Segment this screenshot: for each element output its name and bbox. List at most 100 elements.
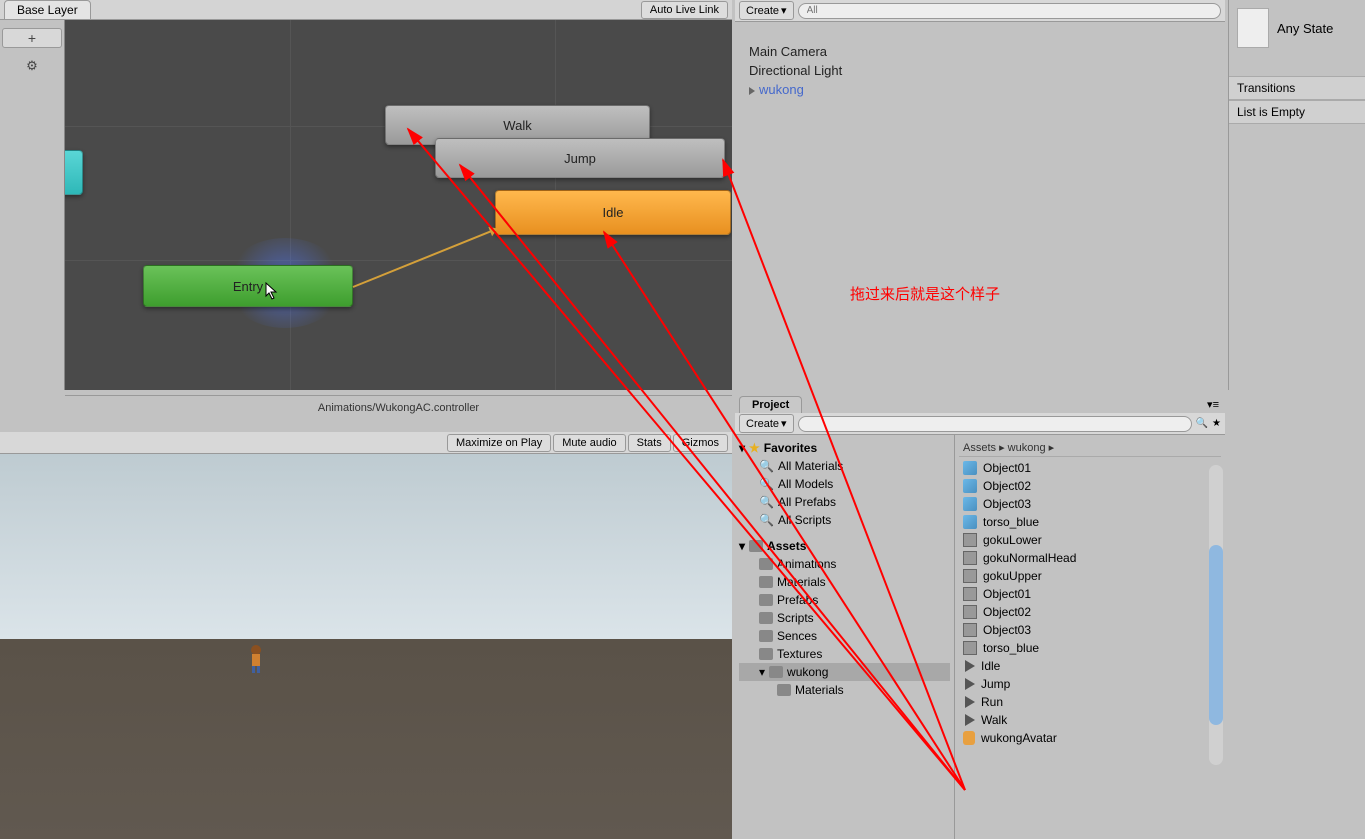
asset-item[interactable]: Object01 (959, 585, 1221, 603)
hierarchy-item[interactable]: Directional Light (745, 61, 1215, 80)
state-node-idle[interactable]: Idle (495, 190, 731, 235)
hierarchy-item[interactable]: wukong (745, 80, 1215, 99)
character-sprite (244, 644, 268, 674)
cursor-icon (265, 282, 281, 302)
add-layer-button[interactable]: + (2, 28, 62, 48)
hierarchy-search-input[interactable] (798, 3, 1221, 19)
folder-item[interactable]: Animations (739, 555, 950, 573)
project-search-input[interactable] (798, 416, 1192, 432)
stats-button[interactable]: Stats (628, 434, 671, 452)
partial-node[interactable] (65, 150, 83, 195)
folder-item[interactable]: Materials (739, 573, 950, 591)
save-search-icon[interactable]: ★ (1212, 418, 1221, 429)
asset-item[interactable]: Run (959, 693, 1221, 711)
inspector-title: Any State (1277, 21, 1333, 36)
animator-toolbar: Base Layer Auto Live Link (0, 0, 732, 20)
game-render-view[interactable] (0, 454, 732, 839)
assets-header[interactable]: ▾Assets (739, 537, 950, 555)
project-body: ▾★Favorites 🔍All Materials 🔍All Models 🔍… (735, 435, 1225, 839)
asset-item[interactable]: Object03 (959, 621, 1221, 639)
gear-icon[interactable]: ⚙ (22, 56, 42, 76)
folder-item[interactable]: Textures (739, 645, 950, 663)
game-view-panel: Maximize on Play Mute audio Stats Gizmos (0, 432, 732, 839)
hierarchy-item[interactable]: Main Camera (745, 42, 1215, 61)
asset-item[interactable]: gokuLower (959, 531, 1221, 549)
anim-icon (965, 678, 975, 690)
asset-name: gokuLower (983, 533, 1042, 547)
hierarchy-list[interactable]: Main Camera Directional Light wukong (735, 22, 1225, 119)
search-icon: 🔍 (759, 477, 774, 491)
state-node-entry[interactable]: Entry (143, 265, 353, 307)
asset-name: Object01 (983, 587, 1031, 601)
asset-item[interactable]: gokuNormalHead (959, 549, 1221, 567)
anim-icon (965, 660, 975, 672)
anim-icon (965, 696, 975, 708)
folder-icon (769, 666, 783, 678)
folder-icon (749, 540, 763, 552)
asset-name: wukongAvatar (981, 731, 1057, 745)
favorite-item[interactable]: 🔍All Prefabs (739, 493, 950, 511)
asset-name: Object03 (983, 623, 1031, 637)
maximize-button[interactable]: Maximize on Play (447, 434, 551, 452)
project-tab[interactable]: Project (739, 396, 802, 413)
asset-name: Run (981, 695, 1003, 709)
gizmos-button[interactable]: Gizmos (673, 434, 728, 452)
asset-item[interactable]: Walk (959, 711, 1221, 729)
search-icon: 🔍 (759, 513, 774, 527)
asset-item[interactable]: Object03 (959, 495, 1221, 513)
asset-item[interactable]: Object02 (959, 477, 1221, 495)
hierarchy-toolbar: Create ▾ (735, 0, 1225, 22)
asset-item[interactable]: gokuUpper (959, 567, 1221, 585)
star-icon: ★ (749, 441, 760, 455)
scrollbar-thumb[interactable] (1209, 545, 1223, 725)
mute-button[interactable]: Mute audio (553, 434, 625, 452)
filter-icon[interactable]: 🔍 (1196, 418, 1208, 429)
state-graph[interactable]: Walk Jump Idle Entry (65, 20, 732, 390)
favorite-item[interactable]: 🔍All Materials (739, 457, 950, 475)
asset-item[interactable]: Object01 (959, 459, 1221, 477)
favorites-header[interactable]: ▾★Favorites (739, 439, 950, 457)
asset-item[interactable]: Idle (959, 657, 1221, 675)
favorite-item[interactable]: 🔍All Models (739, 475, 950, 493)
state-node-jump[interactable]: Jump (435, 138, 725, 178)
asset-name: gokuUpper (983, 569, 1042, 583)
document-icon (1237, 8, 1269, 48)
asset-item[interactable]: Jump (959, 675, 1221, 693)
transition-entry-idle[interactable] (353, 230, 493, 288)
favorite-item[interactable]: 🔍All Scripts (739, 511, 950, 529)
mesh-icon (963, 533, 977, 547)
scrollbar[interactable] (1209, 465, 1223, 765)
auto-live-link-button[interactable]: Auto Live Link (641, 1, 728, 19)
folder-tree[interactable]: ▾★Favorites 🔍All Materials 🔍All Models 🔍… (735, 435, 955, 839)
inspector-panel: Any State Transitions List is Empty (1228, 0, 1365, 390)
asset-name: gokuNormalHead (983, 551, 1076, 565)
cube-icon (963, 515, 977, 529)
avatar-icon (963, 731, 975, 745)
breadcrumb-path[interactable]: Assets ▸ wukong ▸ (959, 439, 1221, 457)
inspector-header: Any State (1229, 0, 1365, 56)
expand-icon[interactable] (749, 87, 755, 95)
folder-item-selected[interactable]: ▾wukong (739, 663, 950, 681)
create-button[interactable]: Create ▾ (739, 414, 794, 433)
breadcrumb-tab[interactable]: Base Layer (4, 0, 91, 20)
asset-item[interactable]: wukongAvatar (959, 729, 1221, 747)
cube-icon (963, 461, 977, 475)
anim-icon (965, 714, 975, 726)
folder-icon (759, 594, 773, 606)
project-panel: Project ▾≡ Create ▾ 🔍 ★ ▾★Favorites 🔍All… (735, 393, 1225, 839)
asset-item[interactable]: torso_blue (959, 639, 1221, 657)
layer-sidebar: + ⚙ (0, 20, 65, 390)
folder-item[interactable]: Materials (739, 681, 950, 699)
asset-item[interactable]: torso_blue (959, 513, 1221, 531)
panel-menu-icon[interactable]: ▾≡ (1205, 396, 1221, 413)
folder-item[interactable]: Sences (739, 627, 950, 645)
asset-item[interactable]: Object02 (959, 603, 1221, 621)
asset-name: Object01 (983, 461, 1031, 475)
folder-item[interactable]: Scripts (739, 609, 950, 627)
folder-item[interactable]: Prefabs (739, 591, 950, 609)
animator-panel: Base Layer Auto Live Link + ⚙ Walk Jump … (0, 0, 732, 420)
asset-list[interactable]: Assets ▸ wukong ▸ Object01Object02Object… (955, 435, 1225, 839)
create-button[interactable]: Create ▾ (739, 1, 794, 20)
transitions-empty: List is Empty (1229, 100, 1365, 124)
mesh-icon (963, 605, 977, 619)
